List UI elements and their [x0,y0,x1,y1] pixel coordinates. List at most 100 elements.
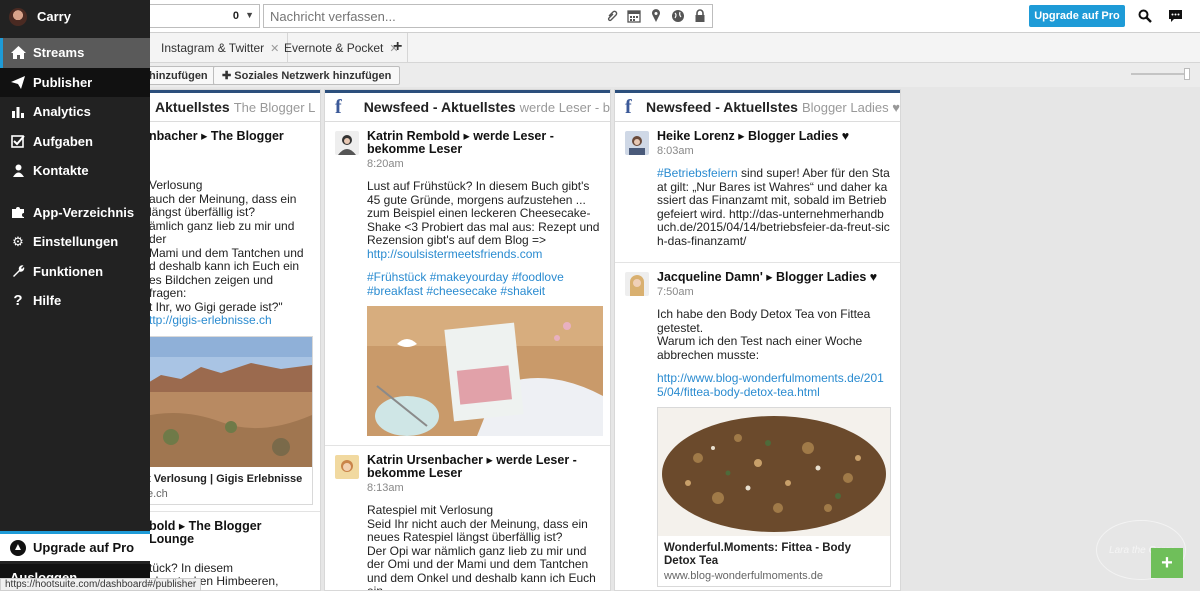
lock-icon[interactable] [692,7,708,25]
stream-post: Katrin Ursenbacher ▸ werde Leser - bekom… [325,446,610,591]
post-link[interactable]: http://soulsistermeetsfriends.com [367,247,542,261]
post-link[interactable]: ttp://gigis-erlebnisse.ch [149,313,272,327]
sidebar-item-label: Einstellungen [33,234,119,250]
facebook-icon: f [625,95,632,118]
tab-instagram-twitter[interactable]: Instagram & Twitter ✕ [153,33,289,63]
stream-post: Jacqueline Damn' ▸ Blogger Ladies ♥ 7:50… [615,263,900,590]
post-timestamp[interactable]: 7:50am [657,286,890,298]
sidebar-item-publisher[interactable]: Publisher [0,67,150,97]
sidebar-item-label: Analytics [33,104,91,120]
avatar[interactable] [335,455,359,479]
post-author[interactable]: Katrin Ursenbacher ▸ werde Leser - bekom… [367,454,600,480]
home-icon [10,46,26,60]
tab-bar: Instagram & Twitter ✕ Evernote & Pocket ✕ … [0,33,1200,63]
column-header[interactable]: f Newsfeed - Aktuellstes Blogger Ladies … [615,90,900,122]
column-subtitle: werde Leser - b [519,99,610,115]
column-title: Newsfeed - Aktuellstes [645,99,798,115]
stream-count: 0 [232,10,239,22]
question-icon: ? [13,292,23,310]
paper-plane-icon [10,75,26,89]
post-timestamp[interactable]: 8:20am [367,158,600,170]
add-tab-icon[interactable]: + [393,38,402,56]
stream-post: Heike Lorenz ▸ Blogger Ladies ♥ 8:03am #… [615,122,900,263]
sidebar: Carry Streams Publisher Analytics Aufgab… [0,0,150,591]
sidebar-item-funktionen[interactable]: Funktionen [0,257,150,287]
sidebar-item-analytics[interactable]: Analytics [0,97,150,127]
stream-count-dropdown[interactable]: 0 ▼ [150,4,260,28]
stream-post: Katrin Rembold ▸ werde Leser - bekomme L… [325,122,610,446]
compose-input[interactable] [264,5,584,27]
add-stream-button[interactable]: hinzufügen [140,66,217,85]
stream-column: Aktuellstes The Blogger L nbacher ▸ The … [140,89,321,591]
book-preview-image[interactable] [367,306,603,436]
column-title: Newsfeed - Aktuellstes [363,99,516,115]
add-button[interactable]: + [1151,548,1183,578]
sidebar-item-kontakte[interactable]: Kontakte [0,156,150,186]
stream-column: f Newsfeed - Aktuellstes werde Leser - b… [324,89,611,591]
top-bar: 0 ▼ Upgrade auf Pro [0,0,1200,33]
column-width-slider[interactable] [1131,68,1190,80]
post-hashtags[interactable]: #Frühstück #makeyourday #foodlove #break… [367,270,600,298]
tea-preview-image [658,408,890,536]
sidebar-upgrade-label: Upgrade auf Pro [33,540,135,555]
sidebar-item-app-verzeichnis[interactable]: App-Verzeichnis [0,198,150,228]
post-body: Lust auf Frühstück? In diesem Buch gibt'… [367,179,600,247]
sidebar-item-label: Hilfe [33,293,62,309]
paperclip-icon[interactable] [604,7,620,25]
stream-column: f Newsfeed - Aktuellstes Blogger Ladies … [614,89,901,591]
post-hashtag[interactable]: #Betriebsfeiern [657,166,738,180]
sidebar-item-label: Streams [33,45,85,61]
stream-toolbar: hinzufügen ✚ Soziales Netzwerk hinzufüge… [0,63,1200,87]
sidebar-upgrade-button[interactable]: ▲ Upgrade auf Pro [0,531,150,561]
tab-evernote-pocket[interactable]: Evernote & Pocket ✕ [276,33,408,63]
slider-handle[interactable] [1184,68,1190,80]
sidebar-item-streams[interactable]: Streams [0,38,150,68]
wrench-icon [10,264,26,278]
bar-chart-icon [10,105,26,119]
avatar[interactable] [9,7,27,26]
globe-icon[interactable] [670,7,686,25]
link-preview-card[interactable]: t Verlosung | Gigis Erlebnisse e.ch [141,335,313,505]
sidebar-item-hilfe[interactable]: ? Hilfe [0,286,150,316]
link-card-url: www.blog-wonderfulmoments.de [664,570,823,582]
post-author[interactable]: Heike Lorenz ▸ Blogger Ladies ♥ [657,130,890,143]
upgrade-button[interactable]: Upgrade auf Pro [1029,5,1125,27]
post-timestamp[interactable]: 8:13am [367,482,600,494]
calendar-icon[interactable] [626,7,642,25]
column-header[interactable]: Aktuellstes The Blogger L [141,90,320,122]
post-timestamp[interactable]: 8:03am [657,145,890,157]
plus-icon: ✚ [222,70,235,82]
post-author[interactable]: Katrin Rembold ▸ werde Leser - bekomme L… [367,130,600,156]
chat-icon[interactable] [1166,7,1184,25]
post-author[interactable]: Jacqueline Damn' ▸ Blogger Ladies ♥ [657,271,890,284]
desert-preview-image [141,336,312,467]
location-icon[interactable] [648,7,664,25]
compose-box[interactable] [263,4,713,28]
avatar[interactable] [335,131,359,155]
sidebar-item-label: Aufgaben [33,133,93,149]
column-subtitle: The Blogger L [233,99,316,115]
arrow-up-icon: ▲ [10,539,26,556]
add-social-network-button[interactable]: ✚ Soziales Netzwerk hinzufügen [213,66,401,85]
add-network-label: Soziales Netzwerk hinzufügen [234,70,392,82]
link-preview-card[interactable]: Wonderful.Moments: Fittea - Body Detox T… [657,407,891,587]
avatar[interactable] [625,272,649,296]
checkbox-icon [10,134,26,148]
search-icon[interactable] [1136,7,1154,25]
column-header[interactable]: f Newsfeed - Aktuellstes werde Leser - b [325,90,610,122]
add-stream-label: hinzufügen [149,69,208,82]
column-title: Aktuellstes [155,99,230,115]
sidebar-item-aufgaben[interactable]: Aufgaben [0,127,150,157]
facebook-icon: f [335,95,342,118]
post-author[interactable]: bold ▸ The Blogger Lounge [149,519,310,546]
avatar[interactable] [625,131,649,155]
sidebar-item-einstellungen[interactable]: ⚙ Einstellungen [0,227,150,257]
gear-icon: ⚙ [12,233,24,249]
user-profile[interactable]: Carry [0,0,150,33]
tab-label: Instagram & Twitter [161,41,265,55]
post-author[interactable]: nbacher ▸ The Blogger [149,130,310,143]
plus-icon: + [1161,551,1173,574]
post-link[interactable]: http://www.blog-wonderfulmoments.de/2015… [657,371,884,399]
post-body: Verlosung auch der Meinung, dass ein län… [149,178,304,314]
post-body: Ratespiel mit Verlosung Seid Ihr nicht a… [367,503,596,591]
